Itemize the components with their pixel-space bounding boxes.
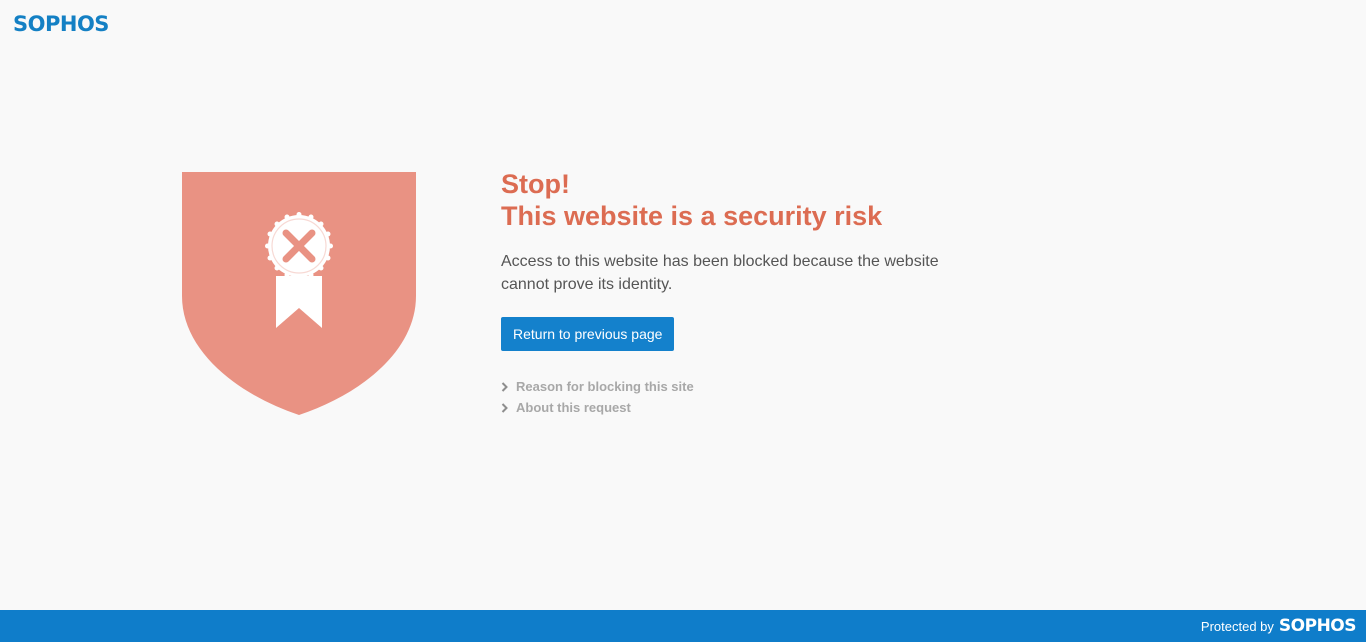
footer-branding: Protected by SOPHOS <box>1200 610 1357 642</box>
reason-link[interactable]: Reason for blocking this site <box>501 376 981 397</box>
footer-sophos-logo: SOPHOS <box>1278 616 1357 636</box>
block-page: SOPHOS Stop! This website is a security … <box>0 0 1366 642</box>
chevron-right-icon <box>501 402 511 414</box>
shield-icon <box>182 172 416 415</box>
reason-link-label: Reason for blocking this site <box>516 379 694 394</box>
about-request-link[interactable]: About this request <box>501 397 981 418</box>
warning-message: Access to this website has been blocked … <box>501 253 939 293</box>
protected-by-text: Protected by <box>1200 618 1274 634</box>
about-request-link-label: About this request <box>516 400 631 415</box>
details-links: Reason for blocking this site About this… <box>501 376 981 418</box>
chevron-right-icon <box>501 381 511 393</box>
warning-content: Stop! This website is a security risk Ac… <box>501 168 981 418</box>
warning-title: Stop! <box>501 169 570 199</box>
warning-subtitle: This website is a security risk <box>501 201 883 231</box>
sophos-logo: SOPHOS <box>13 12 109 36</box>
footer-bar: Protected by SOPHOS <box>0 610 1366 642</box>
return-button[interactable]: Return to previous page <box>501 317 675 351</box>
